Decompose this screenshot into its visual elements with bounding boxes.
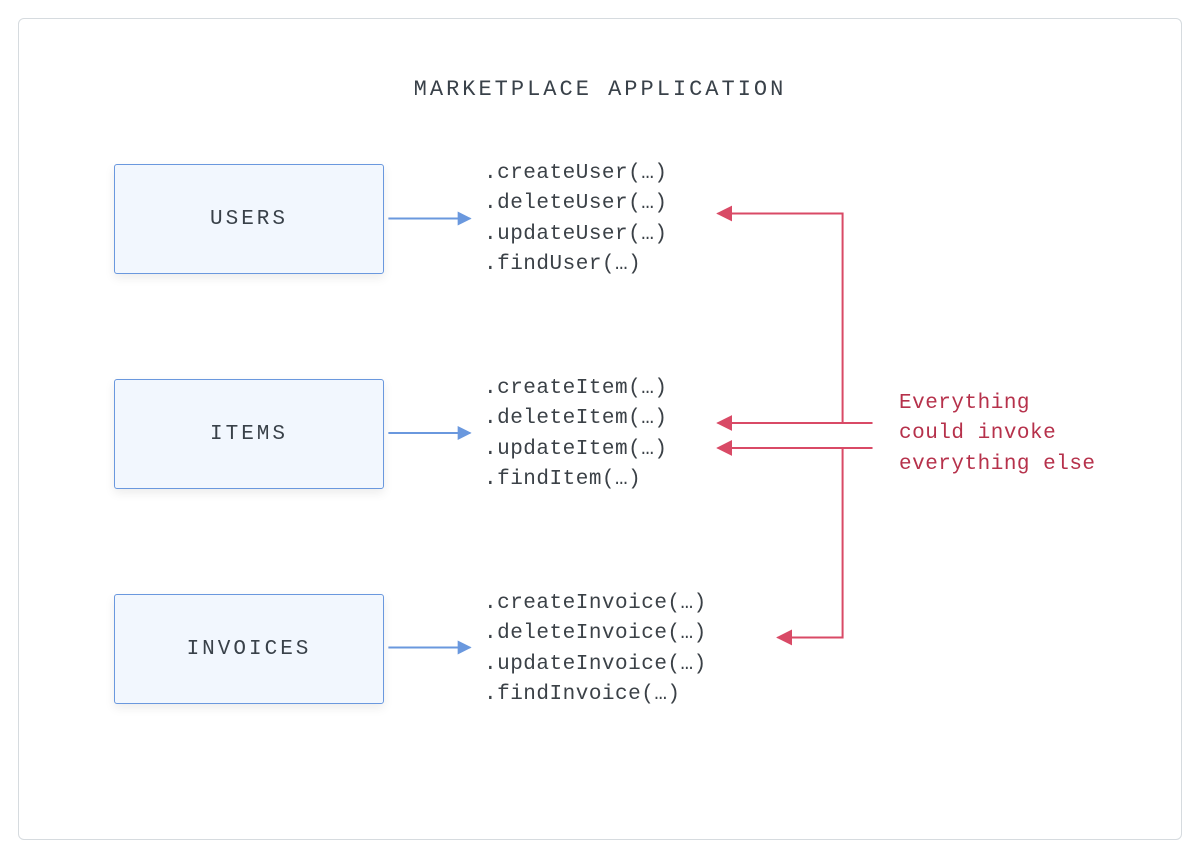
methods-invoices: .createInvoice(…) .deleteInvoice(…) .upd… (484, 589, 707, 711)
diagram-title: MARKETPLACE APPLICATION (19, 77, 1181, 102)
module-label: INVOICES (187, 638, 312, 661)
methods-items: .createItem(…) .deleteItem(…) .updateIte… (484, 374, 667, 496)
annotation-text: Everything could invoke everything else (899, 389, 1096, 480)
method-line: .findInvoice(…) (484, 680, 707, 710)
method-line: .findUser(…) (484, 250, 667, 280)
methods-users: .createUser(…) .deleteUser(…) .updateUse… (484, 159, 667, 281)
annotation-line: could invoke (899, 419, 1096, 449)
diagram-frame: MARKETPLACE APPLICATION USERS .createUse… (18, 18, 1182, 840)
module-users: USERS (114, 164, 384, 274)
method-line: .createItem(…) (484, 374, 667, 404)
method-line: .deleteItem(…) (484, 404, 667, 434)
bracket-connector-icon (718, 214, 873, 423)
bracket-connector-icon (778, 448, 843, 638)
method-line: .createInvoice(…) (484, 589, 707, 619)
annotation-line: Everything (899, 389, 1096, 419)
method-line: .updateUser(…) (484, 220, 667, 250)
module-invoices: INVOICES (114, 594, 384, 704)
module-label: USERS (210, 208, 288, 231)
method-line: .deleteUser(…) (484, 189, 667, 219)
module-items: ITEMS (114, 379, 384, 489)
method-line: .findItem(…) (484, 465, 667, 495)
module-label: ITEMS (210, 423, 288, 446)
method-line: .updateInvoice(…) (484, 650, 707, 680)
method-line: .createUser(…) (484, 159, 667, 189)
annotation-line: everything else (899, 450, 1096, 480)
method-line: .deleteInvoice(…) (484, 619, 707, 649)
method-line: .updateItem(…) (484, 435, 667, 465)
